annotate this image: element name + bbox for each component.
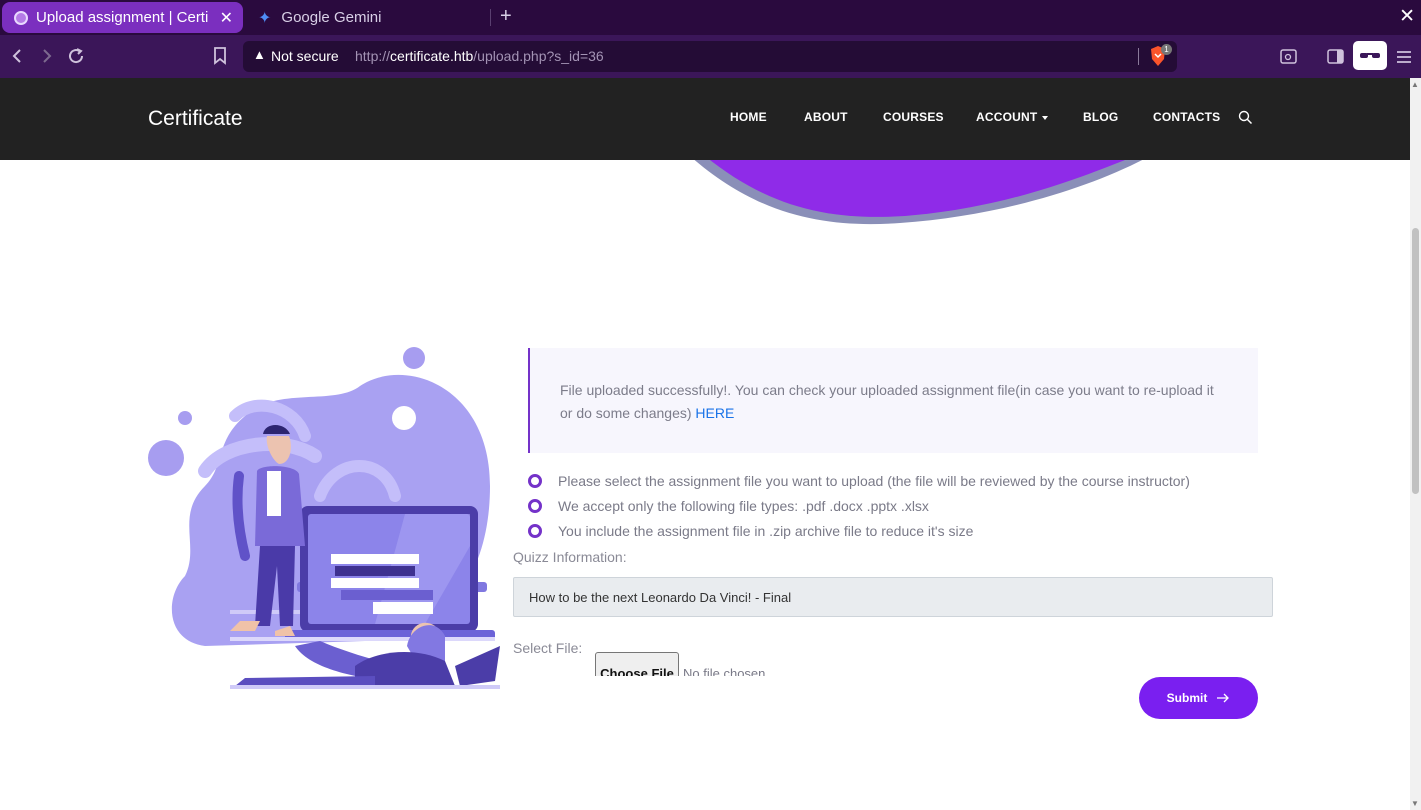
choose-file-button[interactable]: Choose File [595,652,679,676]
browser-toolbar: ▲ Not secure http://certificate.htb/uplo… [0,35,1421,78]
url-text[interactable]: http://certificate.htb/upload.php?s_id=3… [355,48,604,64]
nav-courses[interactable]: COURSES [883,110,944,124]
address-bar[interactable]: ▲ Not secure http://certificate.htb/uplo… [243,41,1177,72]
url-host: certificate.htb [390,48,474,64]
alert-message: File uploaded successfully!. You can che… [560,379,1220,425]
nav-account-label: ACCOUNT [976,110,1038,124]
window-close-icon[interactable]: ✕ [1399,5,1415,28]
gemini-sparkle-icon: ✦ [258,9,272,27]
search-icon[interactable] [1238,110,1253,125]
circle-bullet-icon [528,524,542,538]
tab-title: Upload assignment | Certi [36,9,209,26]
scrollbar-thumb[interactable] [1412,228,1419,494]
tab-divider [490,9,491,26]
nav-blog[interactable]: BLOG [1083,110,1118,124]
submit-button[interactable]: Submit [1139,677,1258,719]
nav-home[interactable]: HOME [730,110,767,124]
upload-success-alert: File uploaded successfully!. You can che… [528,348,1258,453]
nav-account-dropdown[interactable]: ACCOUNT [976,110,1049,124]
bookmark-icon[interactable] [213,47,227,65]
caret-down-icon [1042,115,1049,120]
sidebar-toggle-icon[interactable] [1327,49,1344,64]
nav-about[interactable]: ABOUT [804,110,848,124]
menu-hamburger-icon[interactable] [1396,50,1412,64]
instruction-text: Please select the assignment file you wa… [558,473,1190,489]
scroll-up-icon[interactable]: ▲ [1411,80,1419,89]
screenshot-search-icon[interactable] [1280,49,1297,64]
incognito-glasses-icon [1360,53,1380,58]
new-tab-icon[interactable]: + [500,5,512,28]
page-scrollbar[interactable]: ▲ ▼ [1410,78,1421,810]
circle-bullet-icon [528,499,542,513]
file-status-text: No file chosen [683,666,766,676]
upload-illustration [148,347,500,689]
browser-tab-bar: Upload assignment | Certi ✕ ✦ Google Gem… [0,0,1421,35]
site-navbar: Certificate HOME ABOUT COURSES ACCOUNT B… [0,78,1410,160]
submit-label: Submit [1166,691,1208,705]
select-file-label: Select File: [513,640,583,656]
instruction-text: You include the assignment file in .zip … [558,523,974,539]
forward-icon[interactable] [40,48,54,64]
quiz-info-field[interactable] [513,577,1273,617]
alert-text: File uploaded successfully!. You can che… [560,382,1214,421]
url-path: /upload.php?s_id=36 [473,48,604,64]
shields-count-badge: 1 [1161,44,1172,55]
scroll-down-icon[interactable]: ▼ [1411,799,1419,808]
uploaded-file-link[interactable]: HERE [695,405,734,421]
reload-icon[interactable] [67,47,85,65]
private-mode-button[interactable] [1353,41,1387,70]
nav-contacts[interactable]: CONTACTS [1153,110,1220,124]
tab-google-gemini[interactable]: ✦ Google Gemini [246,2,490,33]
site-favicon-icon [14,10,28,25]
circle-bullet-icon [528,474,542,488]
close-tab-icon[interactable]: ✕ [220,8,233,28]
tab-title: Google Gemini [281,9,382,26]
security-label[interactable]: Not secure [271,48,339,64]
web-page: Certificate HOME ABOUT COURSES ACCOUNT B… [0,78,1410,810]
quiz-info-label: Quizz Information: [513,549,627,565]
tab-upload-assignment[interactable]: Upload assignment | Certi ✕ [2,2,243,33]
url-separator [1138,48,1139,65]
site-brand[interactable]: Certificate [148,107,243,131]
back-icon[interactable] [10,48,24,64]
warning-triangle-icon[interactable]: ▲ [253,47,266,62]
instruction-text: We accept only the following file types:… [558,498,929,514]
arrow-right-icon [1217,693,1230,703]
file-input[interactable]: Choose File No file chosen [595,651,895,676]
url-scheme: http:// [355,48,391,64]
